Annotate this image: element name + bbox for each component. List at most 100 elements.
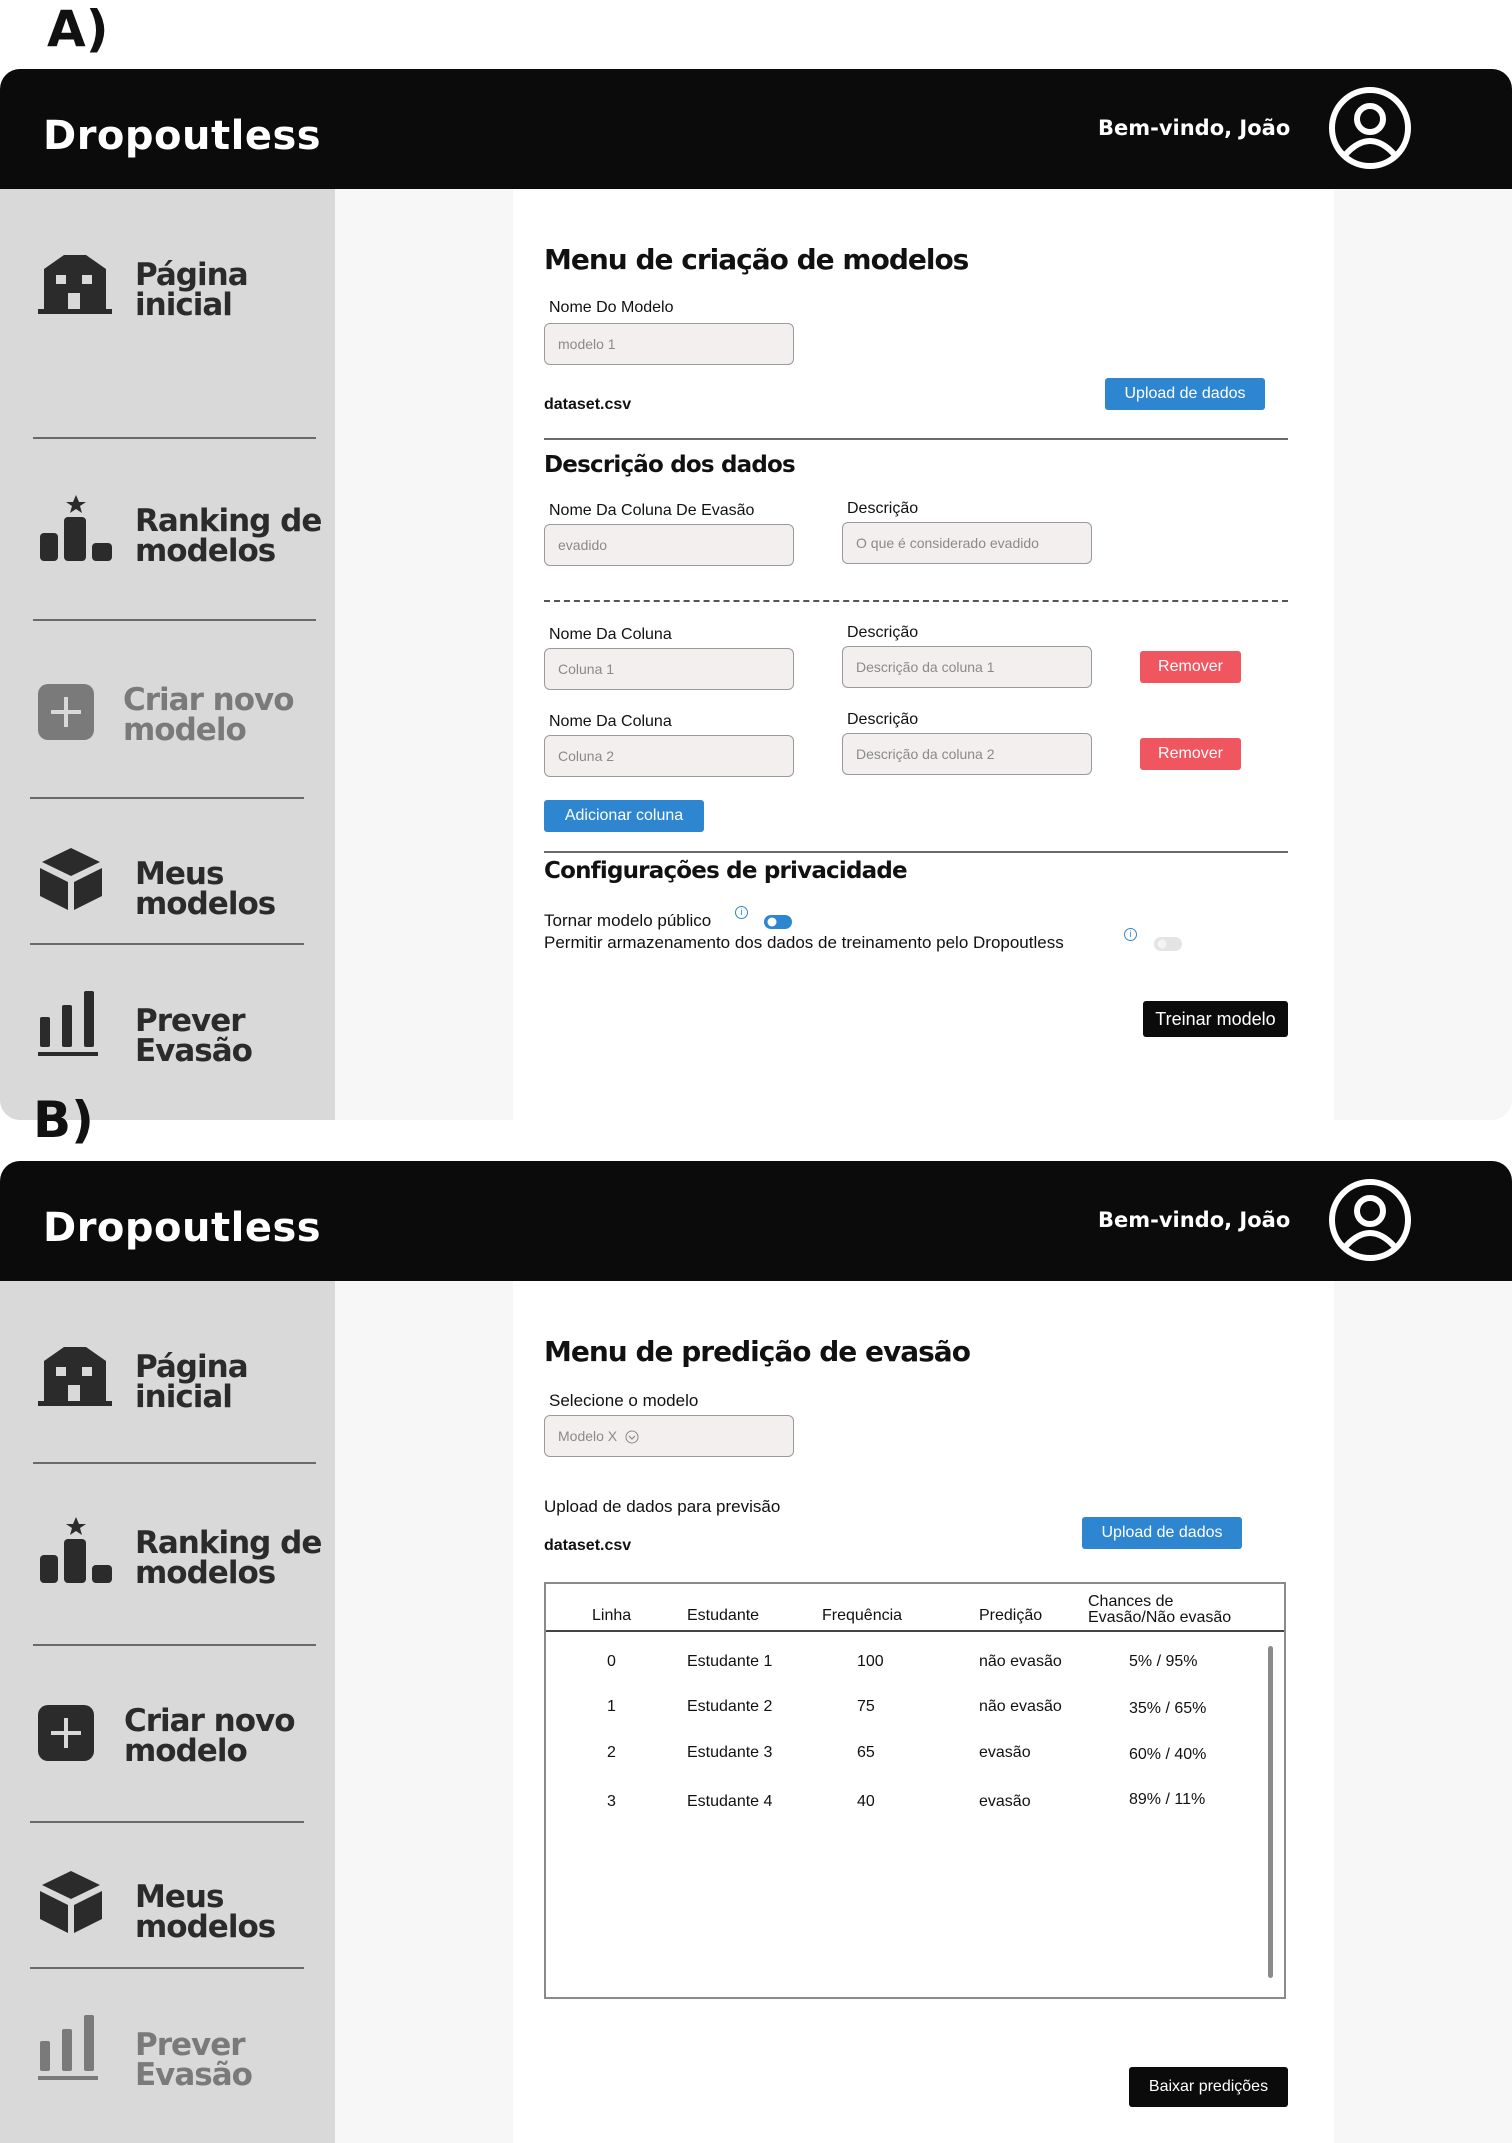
main-content: Menu de criação de modelos Nome Do Model… — [513, 189, 1334, 1120]
sidebar-item-label: Criar novo modelo — [123, 682, 295, 748]
privacy-heading: Configurações de privacidade — [544, 858, 908, 884]
sidebar-divider — [33, 437, 316, 439]
section-divider — [544, 851, 1288, 853]
table-cell: Estudante 4 — [687, 1793, 773, 1810]
user-avatar-icon[interactable] — [1328, 1178, 1412, 1262]
welcome-text: Bem-vindo, João — [1098, 1208, 1291, 1232]
file-name: dataset.csv — [544, 396, 632, 413]
upload-data-button[interactable]: Upload de dados — [1082, 1517, 1242, 1549]
sidebar-item-label: Ranking de modelos — [135, 1525, 322, 1591]
table-cell: 100 — [857, 1653, 884, 1670]
sidebar-item-predict[interactable]: Prever Evasão — [0, 2007, 335, 2127]
sidebar-item-create-model[interactable]: Criar novo modelo — [0, 1696, 335, 1816]
home-icon — [38, 255, 112, 314]
chevron-down-icon — [625, 1430, 639, 1444]
table-header-row-index: Linha — [592, 1607, 632, 1624]
table-cell: 0 — [607, 1653, 616, 1670]
sidebar-item-predict[interactable]: Prever Evasão — [0, 983, 335, 1103]
public-model-toggle[interactable] — [763, 914, 793, 930]
column-name-label: Nome Da Coluna — [549, 713, 672, 730]
info-icon[interactable]: i — [1124, 928, 1137, 941]
sidebar-item-label: Prever Evasão — [135, 2027, 253, 2093]
brand-logo[interactable]: Dropoutless — [43, 1205, 321, 1251]
sidebar-divider — [33, 619, 316, 621]
select-model-label: Selecione o modelo — [549, 1391, 699, 1410]
dropout-description-input[interactable]: O que é considerado evadido — [842, 522, 1092, 564]
sidebar-divider — [30, 1821, 304, 1823]
model-name-input[interactable]: modelo 1 — [544, 323, 794, 365]
upload-data-button[interactable]: Upload de dados — [1105, 378, 1265, 410]
add-column-button[interactable]: Adicionar coluna — [544, 800, 704, 832]
table-cell: 40 — [857, 1793, 875, 1810]
user-avatar-icon[interactable] — [1328, 86, 1412, 170]
sidebar-item-label: Criar novo modelo — [124, 1703, 296, 1769]
table-cell: evasão — [979, 1744, 1031, 1761]
podium-icon — [40, 495, 112, 561]
sidebar-item-label: Página inicial — [135, 1349, 249, 1415]
model-select-value: Modelo X — [558, 1428, 618, 1444]
column-description-input[interactable]: Descrição da coluna 2 — [842, 733, 1092, 775]
top-bar: Dropoutless Bem-vindo, João — [0, 69, 1512, 189]
table-header-prediction: Predição — [979, 1607, 1043, 1624]
dropout-prediction-screen: Dropoutless Bem-vindo, João Página inici… — [0, 1161, 1512, 2143]
brand-logo[interactable]: Dropoutless — [43, 113, 321, 159]
remove-column-button[interactable]: Remover — [1140, 738, 1241, 770]
table-scrollbar[interactable] — [1268, 1646, 1273, 1978]
bar-chart-icon — [38, 2015, 98, 2080]
table-cell: Estudante 2 — [687, 1698, 773, 1715]
table-header-chances-line2: Evasão/Não evasão — [1088, 1609, 1232, 1626]
training-data-storage-toggle[interactable] — [1153, 936, 1183, 952]
sidebar-divider — [33, 1462, 316, 1464]
sidebar: Página inicial Ranking de modelos Criar … — [0, 189, 335, 1120]
table-cell: 65 — [857, 1744, 875, 1761]
column-description-input[interactable]: Descrição da coluna 1 — [842, 646, 1092, 688]
data-description-heading: Descrição dos dados — [544, 452, 796, 478]
cube-icon — [40, 1871, 102, 1933]
sidebar-divider — [30, 1967, 304, 1969]
sidebar: Página inicial Ranking de modelos Criar … — [0, 1281, 335, 2143]
table-header-divider — [546, 1630, 1284, 1632]
bar-chart-icon — [38, 991, 98, 1056]
table-cell: 75 — [857, 1698, 875, 1715]
panel-a-label: A) — [47, 0, 109, 58]
table-cell: evasão — [979, 1793, 1031, 1810]
description-label: Descrição — [847, 500, 919, 517]
sidebar-item-ranking[interactable]: Ranking de modelos — [0, 489, 335, 609]
dropout-column-input[interactable]: evadido — [544, 524, 794, 566]
remove-column-button[interactable]: Remover — [1140, 651, 1241, 683]
model-name-label: Nome Do Modelo — [549, 299, 674, 316]
cube-icon — [40, 848, 102, 910]
table-cell: não evasão — [979, 1653, 1062, 1670]
plus-icon — [38, 1705, 94, 1761]
column-name-input[interactable]: Coluna 2 — [544, 735, 794, 777]
sidebar-item-create-model[interactable]: Criar novo modelo — [0, 675, 335, 795]
section-divider — [544, 438, 1288, 440]
file-name: dataset.csv — [544, 1537, 632, 1554]
sidebar-item-my-models[interactable]: Meus modelos — [0, 836, 335, 956]
table-cell: 2 — [607, 1744, 616, 1761]
table-cell: 1 — [607, 1698, 616, 1715]
page-title: Menu de predição de evasão — [544, 1335, 971, 1368]
dropout-column-label: Nome Da Coluna De Evasão — [549, 502, 755, 519]
info-icon[interactable]: i — [735, 906, 748, 919]
sidebar-item-ranking[interactable]: Ranking de modelos — [0, 1511, 335, 1631]
column-name-input[interactable]: Coluna 1 — [544, 648, 794, 690]
table-cell: 89% / 11% — [1129, 1791, 1206, 1808]
table-header-attendance: Frequência — [822, 1607, 903, 1624]
model-select[interactable]: Modelo X — [544, 1415, 794, 1457]
welcome-text: Bem-vindo, João — [1098, 116, 1291, 140]
train-model-button[interactable]: Treinar modelo — [1143, 1001, 1288, 1037]
plus-icon — [38, 684, 94, 740]
column-description-label: Descrição — [847, 711, 919, 728]
table-cell: 35% / 65% — [1129, 1700, 1207, 1717]
table-cell: 5% / 95% — [1129, 1653, 1198, 1670]
top-bar: Dropoutless Bem-vindo, João — [0, 1161, 1512, 1281]
sidebar-item-home[interactable]: Página inicial — [0, 239, 335, 359]
training-data-storage-label: Permitir armazenamento dos dados de trei… — [544, 933, 1064, 952]
sidebar-item-home[interactable]: Página inicial — [0, 1331, 335, 1451]
panel-b-label: B) — [33, 1091, 94, 1149]
download-predictions-button[interactable]: Baixar predições — [1129, 2067, 1288, 2107]
sidebar-item-my-models[interactable]: Meus modelos — [0, 1859, 335, 1979]
table-header-student: Estudante — [687, 1607, 760, 1624]
sidebar-divider — [30, 943, 304, 945]
